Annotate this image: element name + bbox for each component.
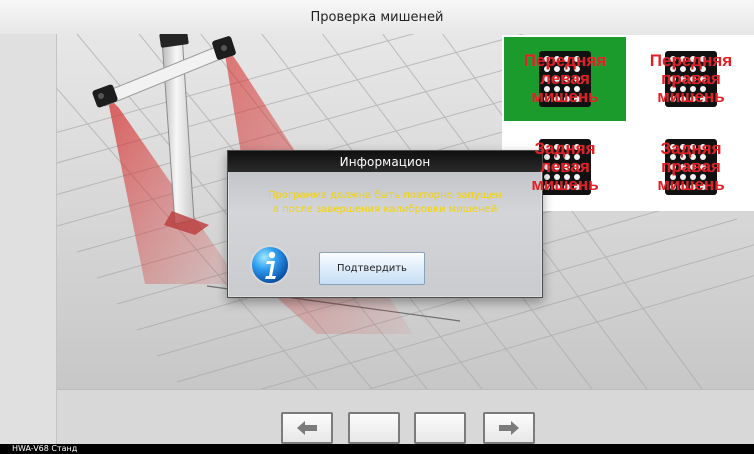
- dialog-title: Информацион: [339, 154, 431, 169]
- blank-button-1[interactable]: [348, 412, 400, 444]
- window-titlebar: Проверка мишеней: [0, 0, 754, 35]
- app-window: Проверка мишеней Передняя левая мишень П…: [0, 0, 754, 454]
- target-grid: Передняя левая мишень Передняя правая ми…: [502, 35, 754, 211]
- blank-button-2[interactable]: [414, 412, 466, 444]
- target-front-left[interactable]: Передняя левая мишень: [502, 35, 628, 123]
- arrow-right-icon: [499, 421, 519, 435]
- dialog-header: Информацион: [228, 151, 542, 172]
- target-label: Передняя правая мишень: [649, 51, 733, 106]
- window-title: Проверка мишеней: [310, 9, 444, 25]
- target-rear-right[interactable]: Задняя правая мишень: [628, 123, 754, 211]
- dialog-message: Программа должна быть повторно запущен а…: [267, 190, 503, 215]
- confirm-button[interactable]: Подтвердить: [319, 252, 425, 285]
- information-dialog: Информацион Программа должна быть повтор…: [227, 150, 543, 298]
- arrow-left-icon: [297, 421, 317, 435]
- target-front-right[interactable]: Передняя правая мишень: [628, 35, 754, 123]
- previous-button[interactable]: [281, 412, 333, 444]
- target-label: Передняя левая мишень: [523, 51, 607, 106]
- bottom-navigation-bar: [57, 389, 754, 445]
- next-button[interactable]: [483, 412, 535, 444]
- status-bar: HWA-V68 Станд: [0, 444, 754, 454]
- status-text: HWA-V68 Станд: [12, 444, 78, 453]
- left-sidebar: [0, 34, 57, 444]
- target-label: Задняя правая мишень: [657, 139, 725, 194]
- target-label: Задняя левая мишень: [531, 139, 599, 194]
- info-icon: [250, 245, 290, 285]
